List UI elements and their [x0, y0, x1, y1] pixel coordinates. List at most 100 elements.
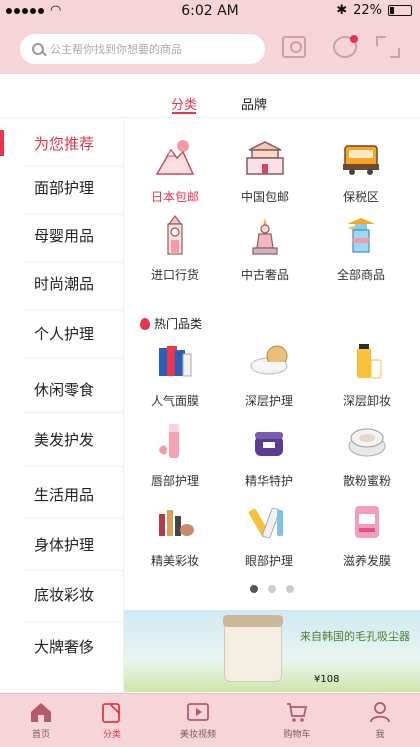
sidebar-item-daily[interactable]: 生活用品	[0, 469, 124, 519]
category-label: 全部商品	[336, 268, 385, 282]
category-japan-shipping[interactable]: 日本包邮	[130, 136, 220, 205]
cart-icon	[285, 700, 309, 724]
hot-item-face-mask[interactable]: 人气面膜	[130, 340, 220, 409]
sidebar-item-snacks[interactable]: 休闲零食	[0, 364, 124, 414]
tab-brand[interactable]: 品牌	[241, 94, 267, 113]
nav-me[interactable]: 我	[345, 700, 415, 740]
nav-category[interactable]: 分类	[77, 700, 147, 740]
hot-item-makeup-remover[interactable]: 深层卸妆	[322, 340, 412, 409]
category-label: 进口行货	[150, 268, 199, 282]
sidebar-item-recommend[interactable]: 为您推荐	[0, 118, 124, 168]
sidebar-item-body[interactable]: 身体护理	[0, 519, 124, 569]
flame-icon	[140, 317, 150, 330]
hot-item-label: 精美彩妆	[150, 554, 199, 568]
nav-label: 购物车	[283, 730, 311, 740]
category-vintage-luxury[interactable]: 中古奢品	[220, 214, 310, 283]
search-icon	[32, 43, 44, 55]
truck-icon	[339, 136, 383, 180]
sidebar-item-personal-care[interactable]: 个人护理	[0, 308, 124, 358]
hot-title-text: 热门品类	[154, 317, 203, 331]
bluetooth-icon: ✱	[336, 3, 348, 18]
banner-price: ¥108	[314, 674, 340, 685]
nav-cart[interactable]: 购物车	[262, 700, 332, 740]
hot-item-hair-mask[interactable]: 滋养发膜	[322, 500, 412, 569]
hot-item-essence[interactable]: 精华特护	[224, 420, 314, 489]
cosmetics-set-product-icon	[153, 500, 197, 544]
search-bar[interactable]: 公主帮你找到你想要的商品	[20, 34, 265, 64]
cushion-compact-product-icon	[345, 420, 389, 464]
lip-balm-product-icon	[153, 420, 197, 464]
eye-cream-product-icon	[247, 500, 291, 544]
scan-icon[interactable]	[376, 36, 400, 58]
sidebar-item-luxury[interactable]: 大牌奢侈	[0, 621, 124, 671]
hot-item-label: 散粉蜜粉	[342, 474, 391, 488]
nav-label: 分类	[102, 730, 121, 740]
header: 公主帮你找到你想要的商品	[0, 22, 420, 74]
category-content: 日本包邮 中国包邮 保税区 进口行货 中古奢品 全部商品 热门品类 人气面膜 深…	[124, 118, 420, 693]
product-jar-image	[223, 615, 283, 682]
pager-dot[interactable]	[286, 585, 294, 593]
hot-item-eye-care[interactable]: 眼部护理	[224, 500, 314, 569]
category-all-products[interactable]: 全部商品	[316, 214, 406, 283]
carousel-pager	[250, 585, 294, 593]
hot-item-label: 滋养发膜	[342, 554, 391, 568]
hot-item-label: 精华特护	[244, 474, 293, 488]
nav-home[interactable]: 首页	[6, 700, 76, 740]
promo-banner[interactable]: 来自韩国的毛孔吸尘器 ¥108	[124, 610, 420, 692]
nav-label: 首页	[31, 730, 50, 740]
sidebar-item-baby[interactable]: 母婴用品	[0, 210, 124, 260]
banner-text: 来自韩国的毛孔吸尘器	[300, 630, 410, 643]
tab-underline	[172, 112, 196, 114]
hot-item-lip-care[interactable]: 唇部护理	[130, 420, 220, 489]
hot-item-makeup[interactable]: 精美彩妆	[130, 500, 220, 569]
hot-item-powder[interactable]: 散粉蜜粉	[322, 420, 412, 489]
category-label: 中国包邮	[240, 190, 289, 204]
hot-item-label: 深层护理	[244, 394, 293, 408]
pager-dot[interactable]	[268, 585, 276, 593]
category-icon	[100, 700, 124, 724]
essence-jar-product-icon	[247, 420, 291, 464]
nav-beauty-video[interactable]: 美妆视频	[163, 700, 233, 740]
pager-dot[interactable]	[250, 585, 258, 593]
hot-item-label: 眼部护理	[244, 554, 293, 568]
hair-mask-product-icon	[345, 500, 389, 544]
category-bonded-zone[interactable]: 保税区	[316, 136, 406, 205]
category-label: 日本包邮	[150, 190, 199, 204]
tab-category[interactable]: 分类	[171, 94, 197, 113]
nav-label: 美妆视频	[179, 730, 216, 740]
battery-icon	[388, 5, 412, 16]
tab-bar: 分类 品牌	[0, 74, 420, 118]
statue-of-liberty-icon	[243, 214, 287, 258]
search-placeholder: 公主帮你找到你想要的商品	[50, 43, 182, 56]
sunscreen-product-icon	[345, 340, 389, 384]
divider	[24, 466, 124, 467]
home-icon	[29, 700, 53, 724]
notification-dot	[350, 35, 358, 43]
lighthouse-icon	[339, 214, 383, 258]
face-mask-product-icon	[153, 340, 197, 384]
hot-item-label: 深层卸妆	[342, 394, 391, 408]
nav-label: 我	[375, 730, 385, 740]
camera-icon[interactable]	[282, 36, 306, 58]
cream-jar-product-icon	[247, 340, 291, 384]
divider	[24, 358, 124, 359]
sidebar-item-fashion[interactable]: 时尚潮品	[0, 258, 124, 308]
category-china-shipping[interactable]: 中国包邮	[220, 136, 310, 205]
message-icon[interactable]	[333, 35, 358, 58]
tiananmen-icon	[243, 136, 287, 180]
video-icon	[186, 700, 210, 724]
big-ben-icon	[153, 214, 197, 258]
divider	[24, 412, 124, 413]
sidebar-item-makeup[interactable]: 底妆彩妆	[0, 569, 124, 619]
sidebar-item-face[interactable]: 面部护理	[0, 162, 124, 212]
hot-categories-title: 热门品类	[140, 315, 202, 332]
category-label: 中古奢品	[240, 268, 289, 282]
mount-fuji-icon	[153, 136, 197, 180]
hot-item-deep-care[interactable]: 深层护理	[224, 340, 314, 409]
battery-percent: 22%	[353, 3, 382, 18]
status-bar: ◠ 6:02 AM ✱ 22%	[0, 0, 420, 22]
sidebar-item-hair[interactable]: 美发护发	[0, 414, 124, 464]
category-imported[interactable]: 进口行货	[130, 214, 220, 283]
category-sidebar: 为您推荐 面部护理 母婴用品 时尚潮品 个人护理 休闲零食 美发护发 生活用品 …	[0, 118, 124, 693]
status-right: ✱ 22%	[336, 3, 412, 18]
